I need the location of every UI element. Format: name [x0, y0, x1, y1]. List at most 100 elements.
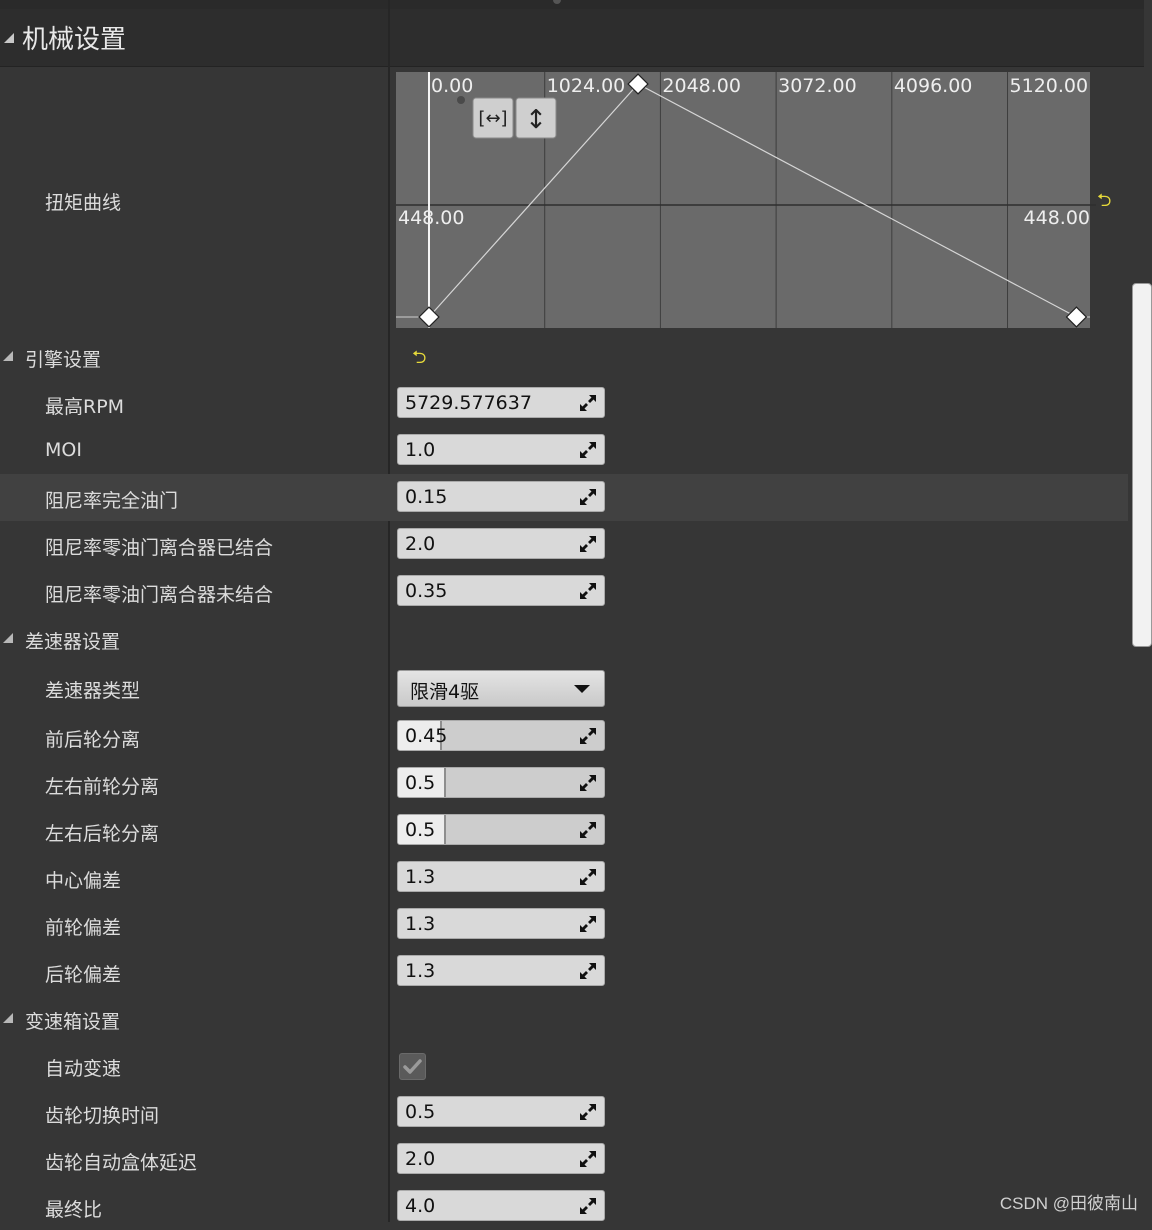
front-left-right-split-slider[interactable]: 0.5: [397, 767, 605, 798]
field-value: 1.0: [405, 439, 436, 461]
property-row: 左右前轮分离 0.5: [0, 760, 1128, 807]
transmission-section-label: 变速箱设置: [25, 1011, 121, 1033]
property-label: 左右前轮分离: [45, 776, 160, 798]
collapse-arrow-icon[interactable]: [4, 33, 14, 43]
expand-arrows-icon[interactable]: [578, 1196, 598, 1216]
property-label: 后轮偏差: [45, 964, 122, 986]
property-row: 阻尼率零油门离合器未结合 0.35: [0, 568, 1128, 615]
rear-left-right-split-slider[interactable]: 0.5: [397, 814, 605, 845]
moi-field[interactable]: 1.0: [397, 434, 605, 465]
transmission-section-header[interactable]: 变速箱设置: [0, 995, 1128, 1042]
gear-auto-box-latency-field[interactable]: 2.0: [397, 1143, 605, 1174]
expand-arrows-icon[interactable]: [578, 867, 598, 887]
field-value: 0.5: [405, 819, 436, 841]
property-row: 齿轮自动盒体延迟 2.0: [0, 1136, 1128, 1183]
property-row: 前后轮分离 0.45: [0, 713, 1128, 760]
front-rear-split-slider[interactable]: 0.45: [397, 720, 605, 751]
differential-section-label: 差速器设置: [25, 631, 121, 653]
expand-arrows-icon[interactable]: [578, 534, 598, 554]
x-tick-label: 3072.00: [778, 75, 857, 97]
panel-header[interactable]: 机械设置: [0, 9, 1144, 67]
property-row: MOI 1.0: [0, 427, 1128, 474]
field-value: 4.0: [405, 1195, 436, 1217]
engine-section-header[interactable]: 引擎设置 ⮌: [0, 333, 1128, 380]
field-value: 0.5: [405, 772, 436, 794]
gear-change-time-field[interactable]: 0.5: [397, 1096, 605, 1127]
differential-type-dropdown[interactable]: 限滑4驱: [397, 670, 605, 707]
expand-arrows-icon[interactable]: [578, 393, 598, 413]
property-row: 齿轮切换时间 0.5: [0, 1089, 1128, 1136]
property-row: 前轮偏差 1.3: [0, 901, 1128, 948]
property-label: 阻尼率完全油门: [45, 490, 179, 512]
property-label: 齿轮切换时间: [45, 1105, 160, 1127]
damping-full-throttle-field[interactable]: 0.15: [397, 481, 605, 512]
top-strip: [0, 0, 1144, 9]
expand-arrows-icon[interactable]: [578, 726, 598, 746]
dropdown-value: 限滑4驱: [410, 681, 480, 703]
fit-horizontal-icon[interactable]: [↔]: [478, 108, 507, 129]
fit-vertical-icon[interactable]: ↕: [525, 105, 547, 135]
checkmark-icon: [403, 1059, 422, 1074]
expand-arrows-icon[interactable]: [578, 581, 598, 601]
expand-arrows-icon[interactable]: [578, 440, 598, 460]
field-value: 0.45: [405, 725, 448, 747]
property-row: 最高RPM 5729.577637: [0, 380, 1128, 427]
drag-grip-icon[interactable]: [553, 0, 561, 4]
curve-handle-icon: [457, 96, 465, 104]
field-value: 1.3: [405, 913, 436, 935]
property-row: 中心偏差 1.3: [0, 854, 1128, 901]
y-tick-label: 448.00: [398, 207, 464, 229]
watermark: CSDN @田彼南山: [999, 1194, 1138, 1213]
x-tick-label: 5120.00: [1010, 75, 1089, 97]
field-value: 0.35: [405, 580, 448, 602]
damping-zero-disengaged-field[interactable]: 0.35: [397, 575, 605, 606]
differential-collapse-arrow-icon[interactable]: [3, 633, 13, 643]
property-row: 自动变速: [0, 1042, 1128, 1089]
max-rpm-field[interactable]: 5729.577637: [397, 387, 605, 418]
property-label: 阻尼率零油门离合器已结合: [45, 537, 274, 559]
property-row: 差速器类型 限滑4驱: [0, 662, 1128, 714]
property-label: 阻尼率零油门离合器未结合: [45, 584, 274, 606]
vertical-scrollbar[interactable]: [1132, 283, 1152, 647]
property-label: 齿轮自动盒体延迟: [45, 1152, 198, 1174]
transmission-collapse-arrow-icon[interactable]: [3, 1013, 13, 1023]
centre-bias-field[interactable]: 1.3: [397, 861, 605, 892]
expand-arrows-icon[interactable]: [578, 820, 598, 840]
property-label: MOI: [45, 439, 82, 461]
x-tick-label: 4096.00: [894, 75, 973, 97]
torque-curve-editor[interactable]: 0.00 1024.00 2048.00 3072.00 4096.00 5120.00 4…: [396, 72, 1096, 328]
damping-zero-engaged-field[interactable]: 2.0: [397, 528, 605, 559]
engine-section-label: 引擎设置: [25, 349, 102, 371]
final-ratio-field[interactable]: 4.0: [397, 1190, 605, 1221]
field-value: 2.0: [405, 533, 436, 555]
rear-bias-field[interactable]: 1.3: [397, 955, 605, 986]
expand-arrows-icon[interactable]: [578, 961, 598, 981]
x-tick-label: 2048.00: [662, 75, 741, 97]
x-tick-label: 0.00: [431, 75, 473, 97]
field-value: 5729.577637: [405, 392, 532, 414]
field-value: 2.0: [405, 1148, 436, 1170]
expand-arrows-icon[interactable]: [578, 1102, 598, 1122]
differential-section-header[interactable]: 差速器设置: [0, 615, 1128, 662]
front-bias-field[interactable]: 1.3: [397, 908, 605, 939]
property-label: 前轮偏差: [45, 917, 122, 939]
expand-arrows-icon[interactable]: [578, 1149, 598, 1169]
property-label: 中心偏差: [45, 870, 122, 892]
auto-gearbox-checkbox[interactable]: [399, 1053, 426, 1080]
engine-collapse-arrow-icon[interactable]: [3, 351, 13, 361]
property-label: 最终比: [45, 1199, 103, 1221]
expand-arrows-icon[interactable]: [578, 487, 598, 507]
y-tick-label: 448.00: [1024, 207, 1090, 229]
property-row: 阻尼率零油门离合器已结合 2.0: [0, 521, 1128, 568]
panel-title: 机械设置: [22, 25, 127, 55]
torque-reset-icon[interactable]: ⮌: [1097, 188, 1111, 218]
engine-reset-icon[interactable]: ⮌: [412, 345, 426, 375]
field-value: 1.3: [405, 960, 436, 982]
property-label: 左右后轮分离: [45, 823, 160, 845]
field-value: 0.15: [405, 486, 448, 508]
torque-curve-label: 扭矩曲线: [45, 192, 122, 214]
property-label: 自动变速: [45, 1058, 122, 1080]
expand-arrows-icon[interactable]: [578, 773, 598, 793]
expand-arrows-icon[interactable]: [578, 914, 598, 934]
property-row: 阻尼率完全油门 0.15: [0, 474, 1128, 521]
